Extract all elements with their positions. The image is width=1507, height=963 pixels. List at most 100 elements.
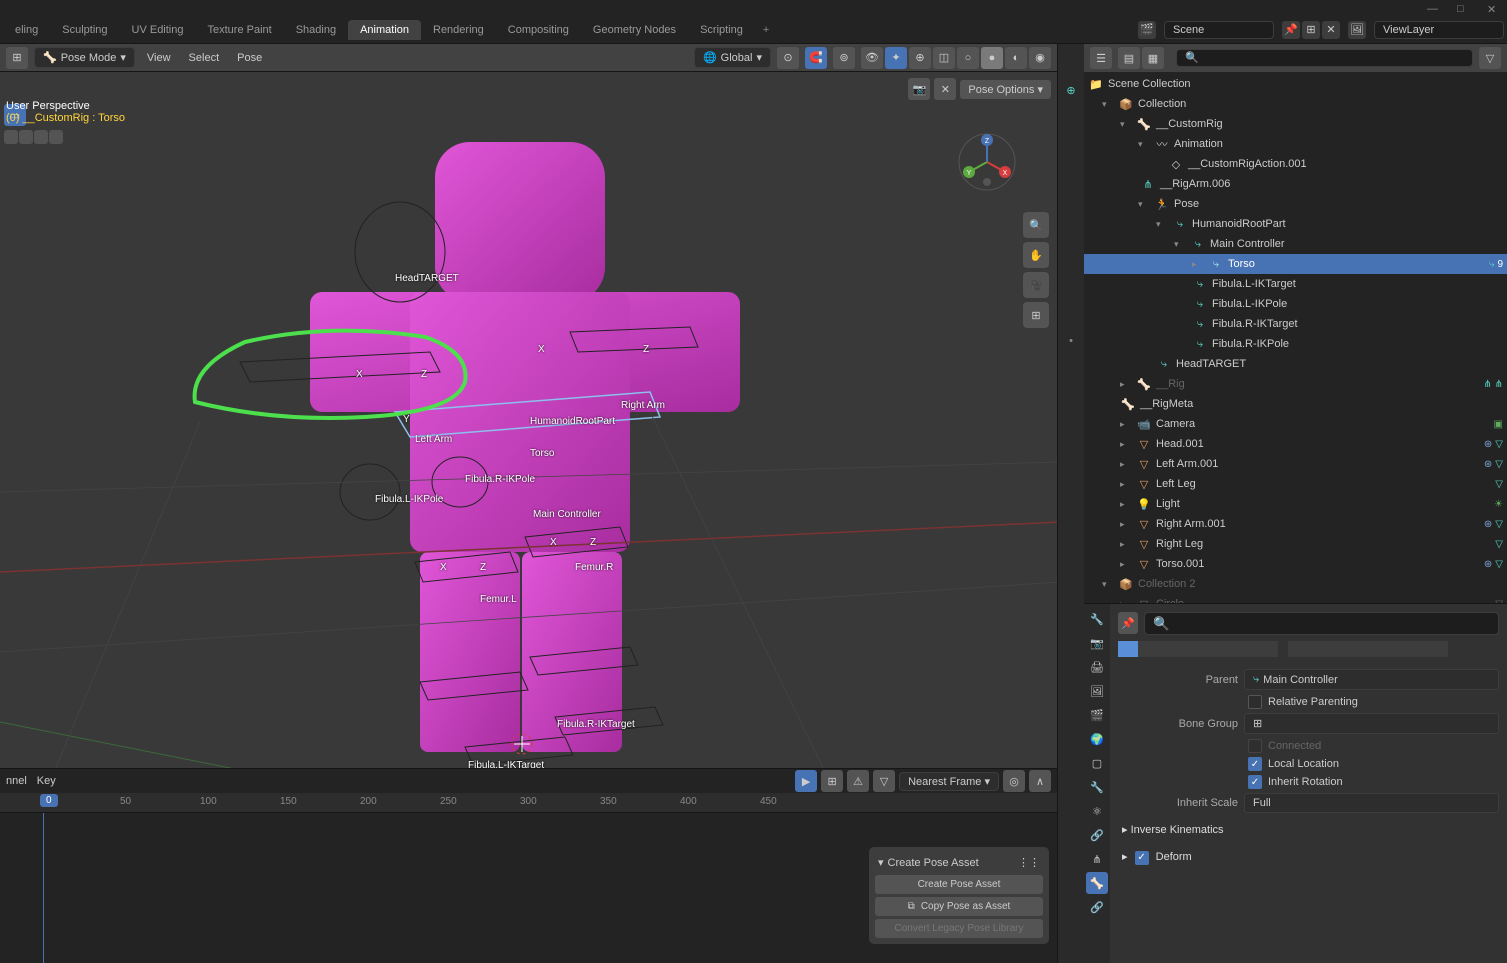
chevron-right-icon[interactable]: ▸ [1120, 459, 1132, 470]
menu-view[interactable]: View [141, 50, 177, 66]
viewport-3d[interactable]: ▭ 📷 ✕ Pose Options ▾ User Perspective [0, 72, 1057, 768]
outliner-search[interactable] [1176, 49, 1473, 67]
maximize-icon[interactable]: □ [1457, 3, 1467, 13]
inherit-scale-value[interactable]: Full [1244, 793, 1499, 813]
props-tab-output[interactable]: 🖨 [1086, 656, 1108, 678]
viewlayer-browse-icon[interactable]: 🖼 [1348, 21, 1366, 39]
tab-sculpting[interactable]: Sculpting [50, 20, 119, 40]
playhead[interactable] [43, 813, 44, 963]
material-icon[interactable]: ◐ [1005, 47, 1027, 69]
wireframe-icon[interactable]: ○ [957, 47, 979, 69]
inherit-rotation-check[interactable] [1248, 775, 1262, 789]
tree-fib-r-target[interactable]: ⤷ Fibula.R-IKTarget [1084, 314, 1507, 334]
outl-toggle-1[interactable]: ▤ [1118, 47, 1140, 69]
outliner-filter-icon[interactable]: ▽ [1479, 47, 1501, 69]
chevron-right-icon[interactable]: ▸ [1120, 519, 1132, 530]
filter-icon-1[interactable]: ⊞ [821, 770, 843, 792]
tree-fib-l-target[interactable]: ⤷ Fibula.L-IKTarget [1084, 274, 1507, 294]
tab-compositing[interactable]: Compositing [496, 20, 581, 40]
pose-options-dropdown[interactable]: Pose Options ▾ [960, 80, 1051, 99]
deform-check[interactable] [1135, 851, 1149, 865]
pan-tool-icon[interactable]: ✋ [1023, 242, 1049, 268]
tree-rig[interactable]: ▸ 🦴 __Rig ⋔ ⋔ [1084, 374, 1507, 394]
props-tab-physics[interactable]: ⚛ [1086, 800, 1108, 822]
chevron-right-icon[interactable]: ▸ [1120, 559, 1132, 570]
show-sliders-icon[interactable]: ▶ [795, 770, 817, 792]
tree-rightarm001[interactable]: ▸ ▽ Right Arm.001 ⊛▽ [1084, 514, 1507, 534]
panel-menu-icon[interactable]: ⋮⋮ [1018, 856, 1040, 869]
tree-head001[interactable]: ▸ ▽ Head.001 ⊛▽ [1084, 434, 1507, 454]
chevron-down-icon[interactable]: ▾ [1138, 199, 1150, 210]
tree-rigarm[interactable]: ⋔ __RigArm.006 [1084, 174, 1507, 194]
outliner-dot-icon[interactable]: • [1069, 335, 1073, 347]
props-tab-bone[interactable]: 🦴 [1086, 872, 1108, 894]
tab-animation[interactable]: Animation [348, 20, 421, 40]
camera-view-icon[interactable]: 📷 [908, 78, 930, 100]
perspective-icon[interactable]: ⊞ [1023, 302, 1049, 328]
snap-icon[interactable]: 🧲 [805, 47, 827, 69]
outliner-sync-icon[interactable]: ⊕ [1066, 84, 1075, 97]
minimize-icon[interactable]: — [1427, 3, 1437, 13]
prop-edit-icon[interactable]: ∧ [1029, 770, 1051, 792]
tree-fib-r-pole[interactable]: ⤷ Fibula.R-IKPole [1084, 334, 1507, 354]
props-tab-render[interactable]: 📷 [1086, 632, 1108, 654]
proportional-icon[interactable]: ⊚ [833, 47, 855, 69]
close-icon[interactable]: ✕ [1487, 3, 1497, 13]
mode-select[interactable]: 🦴 Pose Mode ▾ [34, 47, 135, 68]
tree-hrp[interactable]: ▾ ⤷ HumanoidRootPart [1084, 214, 1507, 234]
tree-collection[interactable]: ▾ 📦 Collection [1084, 94, 1507, 114]
timeline-ruler[interactable]: 0 50 100 150 200 250 300 350 400 450 [0, 793, 1057, 813]
props-tab-object[interactable]: ▢ [1086, 752, 1108, 774]
tree-rig-meta[interactable]: 🦴 __RigMeta [1084, 394, 1507, 414]
timeline-menu-key[interactable]: Key [37, 775, 56, 787]
current-frame-marker[interactable]: 0 [40, 794, 58, 807]
snap-dropdown[interactable]: Nearest Frame ▾ [899, 772, 999, 791]
xray-icon[interactable]: ◫ [933, 47, 955, 69]
props-tab-world[interactable]: 🌍 [1086, 728, 1108, 750]
chevron-down-icon[interactable]: ▾ [1120, 119, 1132, 130]
menu-select[interactable]: Select [183, 50, 226, 66]
chevron-down-icon[interactable]: ▾ [1138, 139, 1150, 150]
axis-gizmo[interactable]: X Y Z [957, 132, 1017, 192]
tab-geometry[interactable]: Geometry Nodes [581, 20, 688, 40]
tree-torso[interactable]: ▸ ⤷ Torso ⤷9 [1084, 254, 1507, 274]
props-tab-scene[interactable]: 🎬 [1086, 704, 1108, 726]
camera-tool-icon[interactable]: 🎥 [1023, 272, 1049, 298]
chevron-right-icon[interactable]: ▸ [1192, 259, 1204, 270]
tree-animation[interactable]: ▾ 〰 Animation [1084, 134, 1507, 154]
create-pose-button[interactable]: Create Pose Asset [875, 875, 1043, 894]
delete-icon[interactable]: ✕ [1322, 21, 1340, 39]
editor-type-icon[interactable]: ⊞ [6, 47, 28, 69]
timeline-menu-channel[interactable]: nnel [6, 775, 27, 787]
select-ext-4[interactable] [49, 130, 63, 144]
tab-rendering[interactable]: Rendering [421, 20, 496, 40]
timeline-body[interactable]: ▾ Create Pose Asset ⋮⋮ Create Pose Asset… [0, 813, 1057, 963]
tree-leftarm001[interactable]: ▸ ▽ Left Arm.001 ⊛▽ [1084, 454, 1507, 474]
tree-custom-rig[interactable]: ▾ 🦴 __CustomRig [1084, 114, 1507, 134]
solid-icon[interactable]: ● [981, 47, 1003, 69]
tree-fib-l-pole[interactable]: ⤷ Fibula.L-IKPole [1084, 294, 1507, 314]
chevron-down-icon[interactable]: ▾ [1102, 99, 1114, 110]
close-region-icon[interactable]: ✕ [934, 78, 956, 100]
relative-parenting-check[interactable] [1248, 695, 1262, 709]
chevron-down-icon[interactable]: ▾ [1174, 239, 1186, 250]
scene-browse-icon[interactable]: 🎬 [1138, 21, 1156, 39]
select-ext-3[interactable] [34, 130, 48, 144]
scene-name-input[interactable] [1164, 21, 1274, 39]
outl-toggle-2[interactable]: ▦ [1142, 47, 1164, 69]
tree-light[interactable]: ▸ 💡 Light ☀ [1084, 494, 1507, 514]
select-ext-2[interactable] [19, 130, 33, 144]
tree-leftleg[interactable]: ▸ ▽ Left Leg ▽ [1084, 474, 1507, 494]
pose-asset-header[interactable]: ▾ Create Pose Asset ⋮⋮ [875, 853, 1043, 872]
gizmo-icon[interactable]: ✦ [885, 47, 907, 69]
chevron-right-icon[interactable]: ▸ [1120, 439, 1132, 450]
visibility-icon[interactable]: 👁 [861, 47, 883, 69]
tab-texture[interactable]: Texture Paint [196, 20, 284, 40]
tree-circle[interactable]: ▸ ▽ Circle ▽ [1084, 594, 1507, 603]
props-tab-constraint[interactable]: 🔗 [1086, 824, 1108, 846]
tree-scene-collection[interactable]: 📁 Scene Collection [1084, 74, 1507, 94]
bone-layers-1[interactable] [1118, 641, 1278, 657]
tab-shading[interactable]: Shading [284, 20, 348, 40]
ik-section-header[interactable]: ▸ Inverse Kinematics [1118, 819, 1499, 840]
pin-icon[interactable]: 📌 [1282, 21, 1300, 39]
